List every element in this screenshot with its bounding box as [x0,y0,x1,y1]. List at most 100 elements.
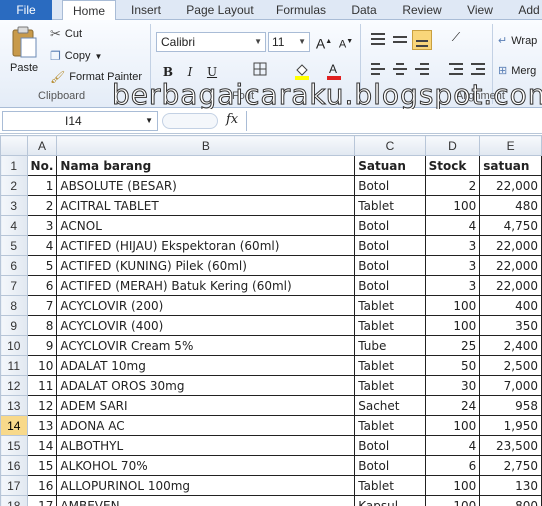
cell-c[interactable]: Botol [354,215,426,236]
cell-d[interactable]: 100 [424,475,481,496]
tab-view[interactable]: View [458,0,502,20]
merge-button[interactable]: ⊞ Merg [498,64,536,78]
cell-b[interactable]: ACNOL [56,215,356,236]
cell-d[interactable]: 100 [424,195,481,216]
spreadsheet-grid[interactable]: A B C D E 1 No. Nama barang Satuan Stock satu… [0,135,542,506]
cell-e[interactable]: 350 [479,315,542,336]
cell-c[interactable]: Sachet [354,395,426,416]
cut-button[interactable]: ✂ Cut [50,26,82,42]
cell-a[interactable]: 4 [26,235,58,256]
cell-a[interactable]: 8 [26,315,58,336]
decrease-indent-button[interactable] [446,60,466,80]
tab-formulas[interactable]: Formulas [270,0,332,20]
cell-d[interactable]: 3 [424,275,481,296]
cell-b[interactable]: ACTIFED (KUNING) Pilek (60ml) [56,255,356,276]
tab-add-ins[interactable]: Add [512,0,542,20]
cell-b[interactable]: ALBOTHYL [56,435,356,456]
cell-b[interactable]: ACTIFED (MERAH) Batuk Kering (60ml) [56,275,356,296]
cell-e[interactable]: 958 [479,395,542,416]
cell-e[interactable]: 7,000 [479,375,542,396]
cell-e[interactable]: 800 [479,495,542,506]
cell-d[interactable]: 2 [424,175,481,196]
cell-b[interactable]: ACYCLOVIR Cream 5% [56,335,356,356]
cell-b[interactable]: ABSOLUTE (BESAR) [56,175,356,196]
cell-c[interactable]: Tablet [354,475,426,496]
cell-e[interactable]: 400 [479,295,542,316]
cell-d[interactable]: 100 [424,295,481,316]
cell-d[interactable]: 3 [424,235,481,256]
row-header[interactable]: 13 [0,395,28,416]
cell-c[interactable]: Botol [354,455,426,476]
cell-e[interactable]: 480 [479,195,542,216]
cell-b[interactable]: ADALAT OROS 30mg [56,375,356,396]
align-center-button[interactable] [390,60,410,80]
cell-a[interactable]: 9 [26,335,58,356]
cell-e[interactable]: 22,000 [479,255,542,276]
row-header[interactable]: 5 [0,235,28,256]
cell-d[interactable]: 100 [424,415,481,436]
align-top-button[interactable] [368,30,388,50]
cell-b[interactable]: ADONA AC [56,415,356,436]
cell-a[interactable]: 2 [26,195,58,216]
cell-d[interactable]: 6 [424,455,481,476]
cell-b[interactable]: AMBEVEN [56,495,356,506]
column-header-c[interactable]: C [354,135,426,156]
paste-icon[interactable] [10,26,38,58]
cell-c[interactable]: Tablet [354,415,426,436]
row-header[interactable]: 14 [0,415,28,436]
tab-home[interactable]: Home [62,0,116,21]
cell-a[interactable]: 10 [26,355,58,376]
cell-e[interactable]: 2,750 [479,455,542,476]
cell-d[interactable]: 50 [424,355,481,376]
grow-font-button[interactable]: A▲ [314,32,334,52]
cell-a[interactable]: 16 [26,475,58,496]
row-header[interactable]: 9 [0,315,28,336]
cell-c[interactable]: Tablet [354,295,426,316]
cell-c[interactable]: Tablet [354,355,426,376]
cell-c[interactable]: Tablet [354,375,426,396]
cell-b[interactable]: ALLOPURINOL 100mg [56,475,356,496]
cell-a[interactable]: 5 [26,255,58,276]
cell-c[interactable]: Kapsul [354,495,426,506]
row-header[interactable]: 2 [0,175,28,196]
cell-d[interactable]: 100 [424,315,481,336]
cell-e[interactable]: 23,500 [479,435,542,456]
cell-e[interactable]: 22,000 [479,275,542,296]
cell-b[interactable]: ACYCLOVIR (200) [56,295,356,316]
row-header[interactable]: 11 [0,355,28,376]
orientation-button[interactable]: ⟋ [446,30,466,50]
row-header[interactable]: 16 [0,455,28,476]
font-size-select[interactable]: 11 ▼ [268,32,310,52]
align-right-button[interactable] [412,60,432,80]
cell-b[interactable]: ADALAT 10mg [56,355,356,376]
cell-a[interactable]: 3 [26,215,58,236]
cell-c[interactable]: Botol [354,435,426,456]
cell-d[interactable]: 100 [424,495,481,506]
row-header[interactable]: 4 [0,215,28,236]
cell-e[interactable]: 22,000 [479,235,542,256]
align-middle-button[interactable] [390,30,410,50]
cell-e[interactable]: satuan [479,155,542,176]
tab-review[interactable]: Review [396,0,448,20]
cell-e[interactable]: 1,950 [479,415,542,436]
cell-a[interactable]: 17 [26,495,58,506]
row-header[interactable]: 1 [0,155,28,176]
cell-e[interactable]: 2,500 [479,355,542,376]
cell-d[interactable]: 4 [424,435,481,456]
tab-insert[interactable]: Insert [122,0,170,20]
copy-button[interactable]: ❐ Copy ▼ [50,49,102,63]
cell-e[interactable]: 2,400 [479,335,542,356]
select-all-corner[interactable] [0,135,28,156]
column-header-b[interactable]: B [56,135,356,156]
row-header[interactable]: 10 [0,335,28,356]
increase-indent-button[interactable] [468,60,488,80]
tab-data[interactable]: Data [342,0,386,20]
cell-c[interactable]: Tablet [354,195,426,216]
cell-e[interactable]: 22,000 [479,175,542,196]
cell-a[interactable]: 12 [26,395,58,416]
cell-b[interactable]: Nama barang [56,155,356,176]
cell-a[interactable]: 15 [26,455,58,476]
cell-c[interactable]: Botol [354,255,426,276]
cell-a[interactable]: 13 [26,415,58,436]
cell-d[interactable]: 24 [424,395,481,416]
